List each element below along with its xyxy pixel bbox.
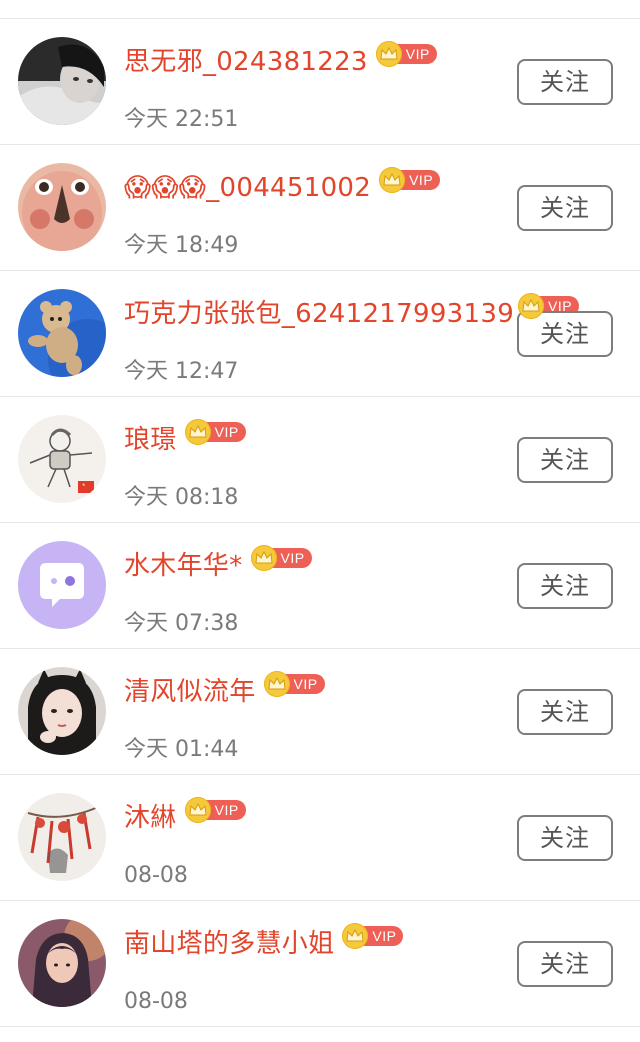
vip-badge: VIP: [379, 167, 441, 193]
avatar[interactable]: [18, 667, 106, 755]
follower-list: 思无邪_024381223 VIP 今天 22:51 关注 😱😱😱_004451…: [0, 0, 640, 1042]
vip-label: VIP: [270, 548, 312, 568]
top-divider: [0, 0, 640, 19]
user-name[interactable]: 😱😱😱_004451002: [124, 169, 371, 207]
follow-button[interactable]: 关注: [517, 59, 613, 105]
follow-time: 08-08: [124, 989, 188, 1014]
avatar[interactable]: [18, 37, 106, 125]
avatar[interactable]: [18, 415, 106, 503]
user-name[interactable]: 思无邪_024381223: [124, 43, 368, 81]
follow-time: 今天 22:51: [124, 107, 239, 132]
crown-icon: [518, 293, 545, 319]
follow-time: 今天 18:49: [124, 233, 239, 258]
vip-badge: VIP: [184, 419, 246, 445]
vip-label: VIP: [399, 170, 441, 190]
crown-icon: [379, 167, 406, 193]
vip-badge: VIP: [263, 671, 325, 697]
vip-badge: VIP: [184, 797, 246, 823]
list-item[interactable]: 南山塔的多慧小姐 VIP 08-08 关注: [0, 901, 640, 1027]
follow-button[interactable]: 关注: [517, 437, 613, 483]
vip-label: VIP: [204, 422, 246, 442]
follow-button[interactable]: 关注: [517, 563, 613, 609]
vip-label: VIP: [204, 800, 246, 820]
crown-icon: [184, 419, 211, 445]
avatar-photo-girl-cat-ears-icon: [18, 667, 106, 755]
avatar-photo-girl-blanket-icon: [18, 37, 106, 125]
avatar-illustration-girl-icon: [18, 919, 106, 1007]
avatar-teddy-bear-sky-icon: [18, 289, 106, 377]
vip-label: VIP: [362, 926, 404, 946]
crown-icon: [184, 797, 211, 823]
vip-badge: VIP: [375, 41, 437, 67]
list-item[interactable]: 思无邪_024381223 VIP 今天 22:51 关注: [0, 19, 640, 145]
crown-icon: [250, 545, 277, 571]
list-item[interactable]: 沐綝 VIP 08-08 关注: [0, 775, 640, 901]
follow-button[interactable]: 关注: [517, 185, 613, 231]
follow-time: 08-08: [124, 863, 188, 888]
avatar[interactable]: [18, 793, 106, 881]
crown-icon: [375, 41, 402, 67]
follow-time: 今天 12:47: [124, 359, 239, 384]
follow-button[interactable]: 关注: [517, 941, 613, 987]
vip-label: VIP: [395, 44, 437, 64]
list-item[interactable]: 水木年华* VIP 今天 07:38 关注: [0, 523, 640, 649]
avatar-photo-child-face-icon: [18, 163, 106, 251]
follow-time: 今天 01:44: [124, 737, 239, 762]
avatar[interactable]: [18, 289, 106, 377]
user-name[interactable]: 巧克力张张包_6241217993139: [124, 295, 514, 333]
follow-button[interactable]: 关注: [517, 815, 613, 861]
user-name[interactable]: 琅璟: [124, 421, 177, 459]
avatar[interactable]: [18, 919, 106, 1007]
follow-time: 今天 08:18: [124, 485, 239, 510]
user-name[interactable]: 水木年华*: [124, 547, 243, 585]
user-name[interactable]: 沐綝: [124, 799, 177, 837]
list-item[interactable]: 巧克力张张包_6241217993139 VIP 今天 12:47 关注: [0, 271, 640, 397]
vip-badge: VIP: [342, 923, 404, 949]
vip-label: VIP: [283, 674, 325, 694]
list-item[interactable]: 琅璟 VIP 今天 08:18 关注: [0, 397, 640, 523]
avatar-default-chat-bubble-icon: [18, 541, 106, 629]
user-name[interactable]: 南山塔的多慧小姐: [124, 925, 334, 963]
list-item[interactable]: 😱😱😱_004451002 VIP 今天 18:49 关注: [0, 145, 640, 271]
avatar-cartoon-kid-icon: [18, 415, 106, 503]
avatar-ink-painting-red-tree-icon: [18, 793, 106, 881]
follow-button[interactable]: 关注: [517, 689, 613, 735]
avatar[interactable]: [18, 163, 106, 251]
follow-time: 今天 07:38: [124, 611, 239, 636]
list-item[interactable]: 清风似流年 VIP 今天 01:44 关注: [0, 649, 640, 775]
avatar[interactable]: [18, 541, 106, 629]
user-name[interactable]: 清风似流年: [124, 673, 256, 711]
crown-icon: [263, 671, 290, 697]
vip-badge: VIP: [250, 545, 312, 571]
